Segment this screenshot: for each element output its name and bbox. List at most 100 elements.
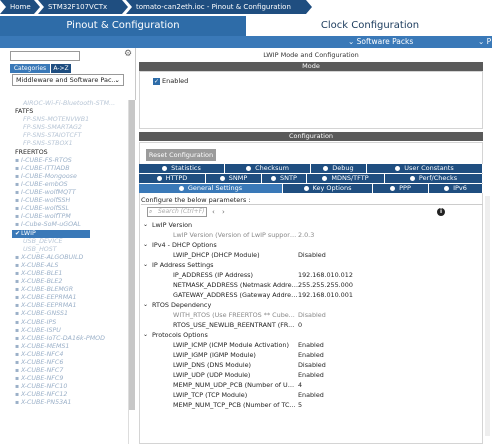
param-search-input[interactable]: Search (Ctrl+F): [147, 207, 207, 217]
tree-item[interactable]: FREERTOS: [12, 149, 128, 157]
tree-item[interactable]: ▪ X-CUBE-ISPU: [12, 327, 128, 335]
search-combo[interactable]: [10, 51, 80, 61]
tree-item[interactable]: ▪ I-CUBE-wolfSSH: [12, 197, 128, 205]
tree-item[interactable]: ▪ I-CUBE-embOS: [12, 181, 128, 189]
param-group[interactable]: ⌄ IP Address Settings: [139, 260, 479, 270]
param-row[interactable]: LWIP_IGMP (IGMP Module) Enabled: [139, 350, 479, 360]
tab-ppp[interactable]: PPP: [373, 184, 429, 193]
collapse-icon[interactable]: ⌄: [143, 240, 148, 250]
param-row[interactable]: LwIP Version (Version of LwIP supported.…: [139, 230, 479, 240]
tree-item[interactable]: ▪ X-CUBE-PN53A1: [12, 399, 128, 407]
param-row[interactable]: WITH_RTOS (Use FREERTOS ** Cube... Disabl…: [139, 310, 479, 320]
tree-item[interactable]: USB_DEVICE: [12, 238, 128, 246]
tab-clock[interactable]: Clock Configuration: [248, 16, 492, 36]
param-row[interactable]: RTOS_USE_NEWLIB_REENTRANT (FR... 0: [139, 320, 479, 330]
param-group[interactable]: ⌄ Protocols Options: [139, 330, 479, 340]
param-value[interactable]: 192.168.010.001: [298, 290, 353, 300]
tab-httpd[interactable]: HTTPD: [139, 174, 206, 183]
param-group[interactable]: ⌄ LwIP Version: [139, 220, 479, 230]
tree-item[interactable]: ▪ I-CUBE-ITTIADB: [12, 165, 128, 173]
collapse-icon[interactable]: ⌄: [143, 300, 148, 310]
crumb-mcu[interactable]: STM32F107VCTx: [38, 0, 128, 14]
next-arrow-icon[interactable]: ›: [222, 208, 225, 216]
param-value[interactable]: Enabled: [298, 350, 324, 360]
tree-item[interactable]: ▪ X-CUBE-NFC12: [12, 391, 128, 399]
tree-item[interactable]: ▪ I-CUBE-wolfSSL: [12, 205, 128, 213]
param-row[interactable]: LWIP_UDP (UDP Module) Enabled: [139, 370, 479, 380]
tree-item[interactable]: ▪ I-CUBE-Mongoose: [12, 173, 128, 181]
tree-item[interactable]: ▪ X-CUBE-NFC7: [12, 367, 128, 375]
param-value[interactable]: 0: [298, 320, 302, 330]
crumb-file[interactable]: tomato-can2eth.ioc - Pinout & Configurat…: [126, 0, 312, 14]
tab-snmp[interactable]: SNMP: [206, 174, 262, 183]
tree-item[interactable]: FP-SNS-STBOX1: [12, 140, 128, 148]
prev-arrow-icon[interactable]: ‹: [212, 208, 215, 216]
tree-item[interactable]: ▪ X-CUBE-IoTC-DA16k-PMOD: [12, 335, 128, 343]
tree-item[interactable]: ▪ X-CUBE-IPS: [12, 319, 128, 327]
categories-button[interactable]: Categories: [10, 64, 50, 73]
param-value[interactable]: 2.0.3: [298, 230, 314, 240]
tree-item[interactable]: ✔ LWIP: [12, 229, 90, 238]
tree-item[interactable]: USB_HOST: [12, 246, 128, 254]
param-value[interactable]: 4: [298, 380, 302, 390]
category-dropdown[interactable]: Middleware and Software Pac... ⌄: [12, 74, 124, 86]
projects-menu[interactable]: ⌄ P: [478, 36, 491, 48]
tree-item[interactable]: ▪ X-CUBE-BLE2: [12, 278, 128, 286]
param-row[interactable]: MEMP_NUM_UDP_PCB (Number of UD... 4: [139, 380, 479, 390]
tab-mdns-tftp[interactable]: MDNS/TFTP: [307, 174, 385, 183]
tree-item[interactable]: ▪ X-CUBE-BLE1: [12, 270, 128, 278]
param-value[interactable]: Enabled: [298, 390, 324, 400]
az-button[interactable]: A->Z: [51, 64, 71, 73]
param-row[interactable]: MEMP_NUM_TCP_PCB (Number of TC... 5: [139, 400, 479, 410]
tab-statistics[interactable]: Statistics: [139, 164, 225, 173]
tree-item[interactable]: AIROC-Wi-Fi-Bluetooth-STM...: [12, 100, 128, 108]
tab-ipv6[interactable]: IPv6: [429, 184, 483, 193]
tab-user-constants[interactable]: User Constants: [367, 164, 483, 173]
tree-item[interactable]: FP-SNS-SMARTAG2: [12, 124, 128, 132]
tab-key-options[interactable]: Key Options: [283, 184, 373, 193]
tree-item[interactable]: ▪ X-CUBE-NFC6: [12, 359, 128, 367]
tab-perf-checks[interactable]: Perf/Checks: [385, 174, 483, 183]
tree-item[interactable]: ▪ I-CUBE-FS-RTOS: [12, 157, 128, 165]
tree-item[interactable]: ▪ I-Cube-SoM-uGOAL: [12, 221, 128, 229]
tree-item[interactable]: ▪ X-CUBE-MEMS1: [12, 343, 128, 351]
tree-item[interactable]: ▪ X-CUBE-NFC9: [12, 375, 128, 383]
tab-debug[interactable]: Debug: [311, 164, 367, 173]
tree-item[interactable]: FP-SNS-STAIOTCFT: [12, 132, 128, 140]
param-row[interactable]: LWIP_DNS (DNS Module) Disabled: [139, 360, 479, 370]
tree-item[interactable]: ▪ I-CUBE-wolfMQTT: [12, 189, 128, 197]
param-row[interactable]: LWIP_ICMP (ICMP Module Activation) Enable…: [139, 340, 479, 350]
param-group[interactable]: ⌄ IPv4 - DHCP Options: [139, 240, 479, 250]
tree-item[interactable]: FATFS: [12, 108, 128, 116]
tab-checksum[interactable]: Checksum: [225, 164, 311, 173]
tree-item[interactable]: FP-SNS-MOTENVWB1: [12, 116, 128, 124]
param-row[interactable]: IP_ADDRESS (IP Address) 192.168.010.012: [139, 270, 479, 280]
param-value[interactable]: Enabled: [298, 340, 324, 350]
param-value[interactable]: 5: [298, 400, 302, 410]
tree-item[interactable]: ▪ I-CUBE-wolfTPM: [12, 213, 128, 221]
info-icon[interactable]: i: [437, 208, 445, 216]
param-row[interactable]: NETMASK_ADDRESS (Netmask Address) 255.255…: [139, 280, 479, 290]
reset-configuration-button[interactable]: Reset Configuration: [146, 149, 216, 161]
param-value[interactable]: Disabled: [298, 250, 326, 260]
enabled-checkbox[interactable]: ✓: [153, 78, 160, 85]
param-value[interactable]: Disabled: [298, 310, 326, 320]
collapse-icon[interactable]: ⌄: [143, 220, 148, 230]
collapse-icon[interactable]: ⌄: [143, 330, 148, 340]
tree-item[interactable]: ▪ X-CUBE-EEPRMA1: [12, 294, 128, 302]
param-value[interactable]: Disabled: [298, 360, 326, 370]
software-packs-menu[interactable]: ⌄ Software Packs: [348, 36, 413, 48]
tree-item[interactable]: ▪ X-CUBE-ALS: [12, 262, 128, 270]
tab-general-settings[interactable]: General Settings: [139, 184, 283, 193]
tree-item[interactable]: ▪ X-CUBE-EEPRMA1: [12, 302, 128, 310]
tree-item[interactable]: ▪ X-CUBE-GNSS1: [12, 310, 128, 318]
gear-icon[interactable]: ⚙: [124, 50, 133, 59]
param-value[interactable]: 255.255.255.000: [298, 280, 353, 290]
params-scrollbar[interactable]: [485, 196, 490, 436]
crumb-home[interactable]: Home: [0, 0, 40, 14]
tree-item[interactable]: ▪ X-CUBE-BLEMGR: [12, 286, 128, 294]
param-row[interactable]: LWIP_DHCP (DHCP Module) Disabled: [139, 250, 479, 260]
param-row[interactable]: LWIP_TCP (TCP Module) Enabled: [139, 390, 479, 400]
param-row[interactable]: GATEWAY_ADDRESS (Gateway Address) 192.168…: [139, 290, 479, 300]
param-value[interactable]: Enabled: [298, 370, 324, 380]
